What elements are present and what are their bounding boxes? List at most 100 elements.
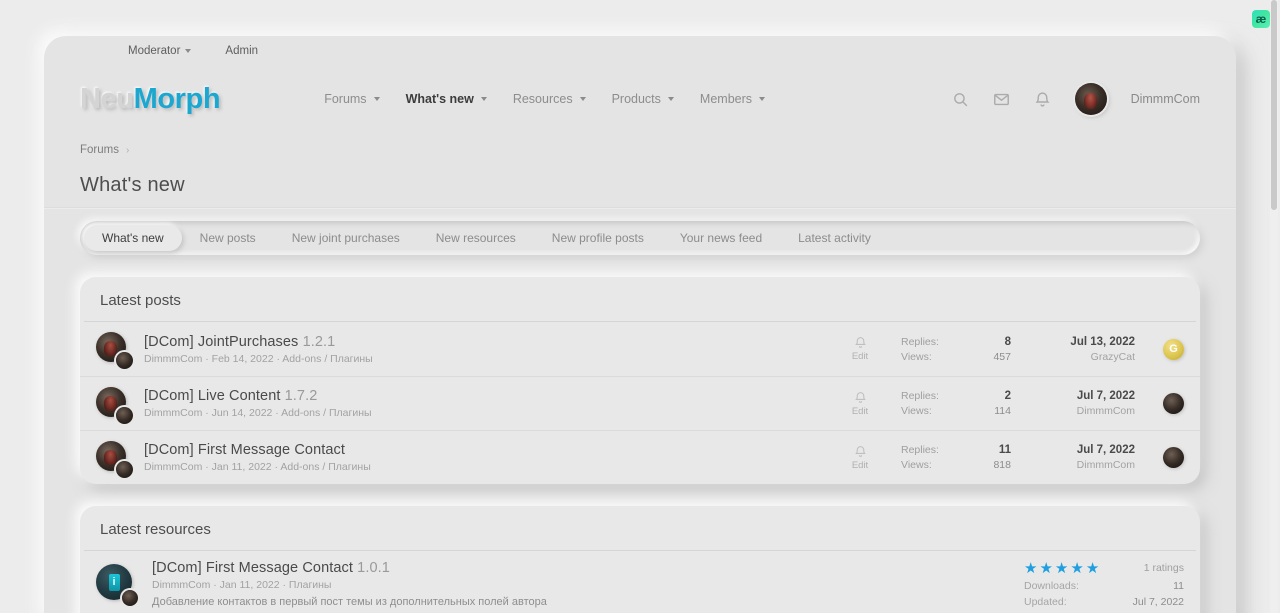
nav-label-whats-new: What's new xyxy=(406,92,474,106)
search-icon[interactable] xyxy=(952,91,969,108)
nav-item-products[interactable]: Products xyxy=(612,92,674,106)
last-post-info: Jul 13, 2022 GrazyCat xyxy=(1031,336,1135,363)
nav-label-forums: Forums xyxy=(324,92,366,106)
star-icon[interactable]: ★ xyxy=(1055,561,1068,576)
browser-extension-badge-icon[interactable]: æ xyxy=(1252,10,1270,28)
bell-icon[interactable] xyxy=(854,391,867,404)
post-version: 1.7.2 xyxy=(285,388,318,404)
downloads-label: Downloads: xyxy=(1024,580,1079,592)
topbar-item-admin[interactable]: Admin xyxy=(225,45,258,57)
tabs-container: What's new New posts New joint purchases… xyxy=(44,209,1236,255)
updated-value: Jul 7, 2022 xyxy=(1133,596,1184,608)
post-watch-control[interactable]: Edit xyxy=(843,391,877,417)
table-row[interactable]: [DCom] JointPurchases 1.2.1 DimmmCom · F… xyxy=(80,322,1200,376)
replies-label: Replies: xyxy=(901,336,952,348)
last-post-user[interactable]: GrazyCat xyxy=(1031,351,1135,363)
edit-link[interactable]: Edit xyxy=(843,460,877,471)
last-post-date[interactable]: Jul 7, 2022 xyxy=(1031,390,1135,402)
last-post-avatar[interactable] xyxy=(1163,447,1184,468)
last-post-info: Jul 7, 2022 DimmmCom xyxy=(1031,444,1135,471)
avatar-overlay-icon xyxy=(116,407,133,424)
resource-description: Добавление контактов в первый пост темы … xyxy=(152,596,1010,608)
page-scrollbar[interactable] xyxy=(1270,0,1278,613)
resource-meta: DimmmCom · Jan 11, 2022 · Плагины xyxy=(152,579,1010,591)
logo-part-two: Morph xyxy=(134,83,221,115)
edit-link[interactable]: Edit xyxy=(843,406,877,417)
site-logo[interactable]: NeuMorph xyxy=(80,83,220,116)
replies-value: 8 xyxy=(980,336,1011,348)
header-actions: DimmmCom xyxy=(952,83,1200,115)
avatar[interactable] xyxy=(96,441,130,475)
views-label: Views: xyxy=(901,351,952,363)
logo-part-one: Neu xyxy=(80,83,134,115)
site-header: NeuMorph Forums What's new Resources Pro… xyxy=(44,66,1236,132)
avatar[interactable] xyxy=(96,332,130,366)
resource-version: 1.0.1 xyxy=(357,560,390,576)
avatar[interactable] xyxy=(1075,83,1107,115)
chevron-down-icon xyxy=(759,97,765,101)
post-main: [DCom] First Message Contact DimmmCom · … xyxy=(144,442,829,473)
views-label: Views: xyxy=(901,459,952,471)
star-icon[interactable]: ★ xyxy=(1086,561,1099,576)
replies-value: 2 xyxy=(981,390,1011,402)
chevron-down-icon xyxy=(668,97,674,101)
breadcrumb-item-forums[interactable]: Forums xyxy=(80,144,119,156)
list-item[interactable]: i [DCom] First Message Contact 1.0.1 Dim… xyxy=(80,551,1200,613)
last-post-user[interactable]: DimmmCom xyxy=(1031,405,1135,417)
chevron-down-icon xyxy=(374,97,380,101)
post-title[interactable]: [DCom] JointPurchases 1.2.1 xyxy=(144,334,829,350)
nav-label-resources: Resources xyxy=(513,92,573,106)
extension-badge-label: æ xyxy=(1256,13,1267,25)
last-post-avatar[interactable] xyxy=(1163,393,1184,414)
post-stats: Replies: 8 Views: 457 xyxy=(901,336,1011,363)
tab-new-joint-purchases[interactable]: New joint purchases xyxy=(274,225,418,251)
secondary-navbar: Moderator Admin xyxy=(44,36,1236,66)
chevron-down-icon xyxy=(481,97,487,101)
table-row[interactable]: [DCom] First Message Contact DimmmCom · … xyxy=(80,430,1200,484)
nav-item-whats-new[interactable]: What's new xyxy=(406,92,487,106)
topbar-item-moderator[interactable]: Moderator xyxy=(128,45,191,57)
latest-posts-block: Latest posts [DCom] JointPurchases 1.2.1… xyxy=(80,277,1200,484)
table-row[interactable]: [DCom] Live Content 1.7.2 DimmmCom · Jun… xyxy=(80,376,1200,430)
post-title[interactable]: [DCom] Live Content 1.7.2 xyxy=(144,388,829,404)
nav-item-members[interactable]: Members xyxy=(700,92,765,106)
header-username[interactable]: DimmmCom xyxy=(1131,92,1200,106)
star-icon[interactable]: ★ xyxy=(1024,561,1037,576)
bell-icon[interactable] xyxy=(854,445,867,458)
tab-latest-activity[interactable]: Latest activity xyxy=(780,225,889,251)
bell-icon[interactable] xyxy=(854,336,867,349)
mail-icon[interactable] xyxy=(993,91,1010,108)
star-icon[interactable]: ★ xyxy=(1039,561,1052,576)
tab-new-profile-posts[interactable]: New profile posts xyxy=(534,225,662,251)
resource-icon-wrap[interactable]: i xyxy=(96,564,138,604)
views-label: Views: xyxy=(901,405,953,417)
last-post-date[interactable]: Jul 7, 2022 xyxy=(1031,444,1135,456)
nav-item-forums[interactable]: Forums xyxy=(324,92,379,106)
scrollbar-thumb[interactable] xyxy=(1271,0,1277,210)
post-stats: Replies: 11 Views: 818 xyxy=(901,444,1011,471)
tab-new-posts[interactable]: New posts xyxy=(182,225,274,251)
tab-your-news-feed[interactable]: Your news feed xyxy=(662,225,780,251)
last-post-user[interactable]: DimmmCom xyxy=(1031,459,1135,471)
views-value: 457 xyxy=(980,351,1011,363)
resource-title[interactable]: [DCom] First Message Contact 1.0.1 xyxy=(152,560,1010,576)
star-icon[interactable]: ★ xyxy=(1070,561,1083,576)
avatar[interactable] xyxy=(96,387,130,421)
tab-new-resources[interactable]: New resources xyxy=(418,225,534,251)
nav-label-products: Products xyxy=(612,92,661,106)
avatar-overlay-icon xyxy=(116,352,133,369)
post-watch-control[interactable]: Edit xyxy=(843,445,877,471)
edit-link[interactable]: Edit xyxy=(843,351,877,362)
post-title[interactable]: [DCom] First Message Contact xyxy=(144,442,829,458)
post-stats: Replies: 2 Views: 114 xyxy=(901,390,1011,417)
post-title-text: [DCom] JointPurchases xyxy=(144,334,298,350)
last-post-avatar[interactable]: G xyxy=(1163,339,1184,360)
post-title-text: [DCom] First Message Contact xyxy=(144,442,345,458)
nav-item-resources[interactable]: Resources xyxy=(513,92,586,106)
breadcrumb-separator-icon: › xyxy=(126,145,129,156)
tab-whats-new[interactable]: What's new xyxy=(84,225,182,251)
star-rating[interactable]: ★ ★ ★ ★ ★ xyxy=(1024,561,1099,576)
post-watch-control[interactable]: Edit xyxy=(843,336,877,362)
last-post-date[interactable]: Jul 13, 2022 xyxy=(1031,336,1135,348)
bell-icon[interactable] xyxy=(1034,91,1051,108)
